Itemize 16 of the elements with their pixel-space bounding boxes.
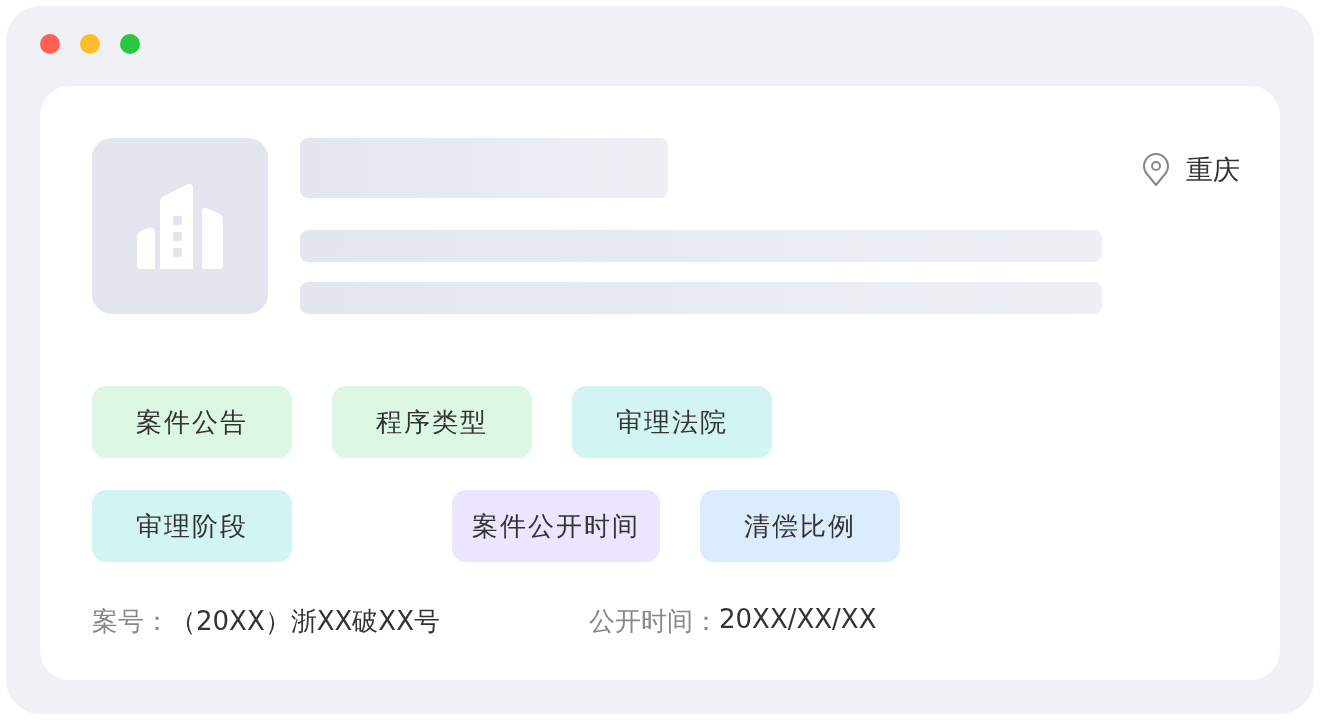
location-text: 重庆 [1186, 153, 1240, 187]
detail-value: 20XX/XX/XX [719, 604, 877, 636]
detail-label: 案号： [92, 605, 170, 638]
tag: 清偿比例 [700, 490, 900, 562]
close-button[interactable] [40, 34, 60, 54]
detail-value: （20XX）浙XX破XX号 [170, 605, 440, 638]
minimize-button[interactable] [80, 34, 100, 54]
tag: 程序类型 [332, 386, 532, 458]
detail-label: 公开时间： [589, 605, 719, 638]
tag: 案件公告 [92, 386, 292, 458]
tag: 审理阶段 [92, 490, 292, 562]
building-icon [135, 183, 225, 269]
maximize-button[interactable] [120, 34, 140, 54]
tag: 审理法院 [572, 386, 772, 458]
tag: 案件公开时间 [452, 490, 660, 562]
location-pin-icon [1142, 153, 1170, 187]
